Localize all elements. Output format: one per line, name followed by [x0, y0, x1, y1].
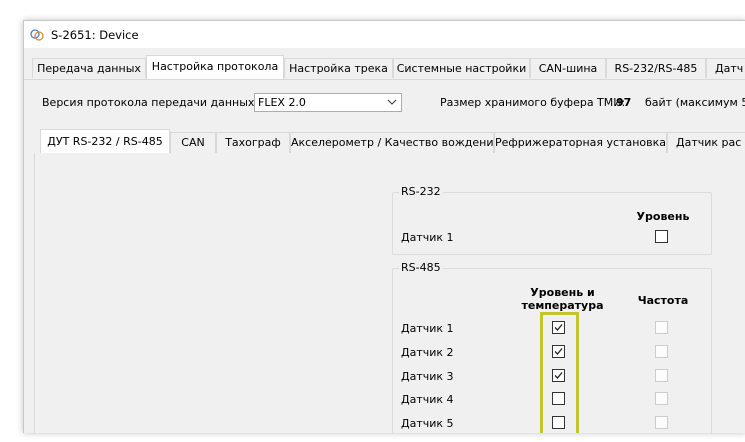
tab-refrigerator[interactable]: Рефрижераторная установка: [494, 132, 667, 153]
rs232-sensor-1-level-checkbox[interactable]: [655, 230, 668, 243]
tab-tachograph[interactable]: Тахограф: [216, 132, 290, 153]
buffer-size-value: 97: [616, 96, 632, 109]
rs485-sensor-3-label: Датчик 3: [401, 370, 454, 383]
rs485-sensor-3-frequency-checkbox: [655, 369, 668, 382]
rs485-sensor-2-label: Датчик 2: [401, 346, 454, 359]
device-app-icon: [29, 27, 45, 43]
tab-accelerometer[interactable]: Акселерометр / Качество вождения: [290, 132, 500, 153]
main-tab-strip: Передача данных Настройка протокола Наст…: [24, 55, 745, 80]
tab-flow-sensor-partial[interactable]: Датчик рас: [667, 132, 745, 153]
tab-rs232-rs485[interactable]: RS-232/RS-485: [606, 58, 706, 78]
sub-tab-strip: ДУТ RS-232 / RS-485 CAN Тахограф Акселер…: [34, 129, 745, 154]
rs485-sensor-5-frequency-checkbox: [655, 416, 668, 429]
tab-sensors-partial[interactable]: Датч: [706, 58, 745, 78]
rs485-sensor-4-label: Датчик 4: [401, 393, 454, 406]
rs232-group: RS-232 Уровень Датчик 1: [392, 185, 712, 255]
rs485-sensor-2-frequency-checkbox: [655, 345, 668, 358]
protocol-version-value: FLEX 2.0: [258, 96, 306, 109]
protocol-settings-row: Версия протокола передачи данных FLEX 2.…: [42, 93, 745, 115]
title-bar: S-2651: Device: [24, 21, 745, 48]
tab-data-transfer[interactable]: Передача данных: [32, 58, 146, 78]
buffer-size-label: Размер хранимого буфера ТМИ:: [440, 96, 626, 109]
rs232-group-title: RS-232: [399, 185, 443, 198]
tab-track-settings[interactable]: Настройка трека: [284, 58, 393, 78]
protocol-version-select[interactable]: FLEX 2.0: [254, 93, 402, 112]
tab-can-bus[interactable]: CAN-шина: [530, 58, 606, 78]
rs232-level-header: Уровень: [636, 210, 690, 223]
rs485-group: RS-485 Уровень и температура Частота Датч…: [392, 261, 712, 433]
rs485-frequency-header: Частота: [637, 294, 689, 307]
rs485-sensor-5-label: Датчик 5: [401, 417, 454, 430]
rs485-level-temp-header: Уровень и температура: [521, 286, 604, 312]
rs485-sensor-1-frequency-checkbox: [655, 321, 668, 334]
tab-protocol-settings[interactable]: Настройка протокола: [146, 55, 284, 79]
chevron-down-icon: [387, 94, 397, 111]
buffer-size-max: байт (максимум 51: [645, 96, 745, 109]
rs232-sensor-1-label: Датчик 1: [401, 231, 454, 244]
window-title: S-2651: Device: [51, 27, 139, 42]
rs485-sensor-1-label: Датчик 1: [401, 322, 454, 335]
rs485-group-title: RS-485: [399, 261, 443, 274]
protocol-version-label: Версия протокола передачи данных: [42, 96, 255, 109]
rs485-sensor-4-frequency-checkbox: [655, 392, 668, 405]
tab-system-settings[interactable]: Системные настройки: [393, 58, 530, 78]
highlight-frame: [540, 312, 579, 433]
tab-fuel-sensor-rs[interactable]: ДУТ RS-232 / RS-485: [40, 129, 170, 153]
tab-can[interactable]: CAN: [170, 132, 216, 153]
app-window: S-2651: Device Передача данных Настройка…: [23, 20, 745, 433]
